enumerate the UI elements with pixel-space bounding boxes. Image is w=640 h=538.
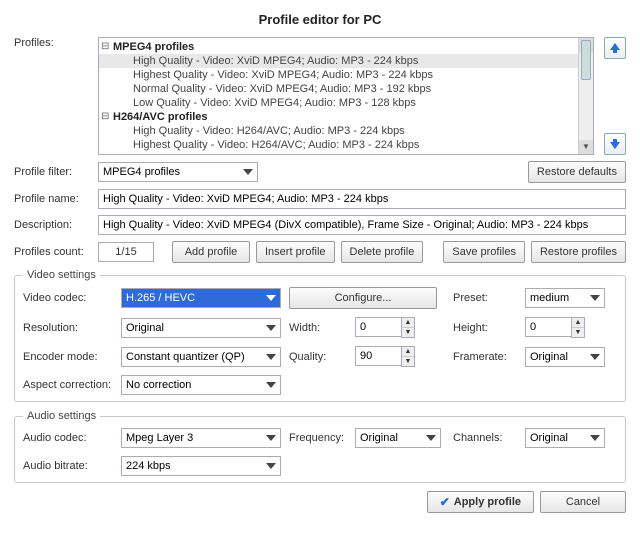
audio-bitrate-label: Audio bitrate:	[23, 460, 113, 472]
configure-button[interactable]: Configure...	[289, 287, 437, 309]
audio-codec-label: Audio codec:	[23, 432, 113, 444]
height-label: Height:	[453, 322, 517, 334]
width-stepper[interactable]: ▲▼	[355, 317, 445, 338]
page-title: Profile editor for PC	[14, 12, 626, 27]
frequency-label: Frequency:	[289, 432, 347, 444]
tree-item[interactable]: High Quality - Video: H264/AVC; Audio: M…	[99, 124, 593, 138]
restore-defaults-button[interactable]: Restore defaults	[528, 161, 626, 183]
check-icon: ✔	[440, 495, 450, 509]
delete-profile-button[interactable]: Delete profile	[341, 241, 424, 263]
quality-input[interactable]	[355, 346, 401, 366]
framerate-select[interactable]: Original	[525, 347, 605, 367]
frequency-select[interactable]: Original	[355, 428, 441, 448]
arrow-up-icon	[609, 42, 621, 54]
video-settings-legend: Video settings	[23, 269, 100, 281]
encoder-mode-label: Encoder mode:	[23, 351, 113, 363]
preset-select[interactable]: medium	[525, 288, 605, 308]
width-label: Width:	[289, 322, 347, 334]
audio-codec-select[interactable]: Mpeg Layer 3	[121, 428, 281, 448]
audio-settings-legend: Audio settings	[23, 410, 100, 422]
preset-label: Preset:	[453, 292, 517, 304]
framerate-label: Framerate:	[453, 351, 517, 363]
tree-scrollbar[interactable]: ▲ ▼	[578, 38, 593, 154]
aspect-correction-select[interactable]: No correction	[121, 375, 281, 395]
tree-item[interactable]: Low Quality - Video: XviD MPEG4; Audio: …	[99, 96, 593, 110]
apply-profile-label: Apply profile	[454, 496, 521, 508]
insert-profile-button[interactable]: Insert profile	[256, 241, 335, 263]
tree-group-mpeg4[interactable]: MPEG4 profiles	[99, 40, 593, 54]
scroll-thumb[interactable]	[581, 40, 591, 80]
quality-label: Quality:	[289, 351, 347, 363]
profile-filter-label: Profile filter:	[14, 166, 92, 178]
video-settings-group: Video settings Video codec: H.265 / HEVC…	[14, 269, 626, 402]
height-stepper[interactable]: ▲▼	[525, 317, 605, 338]
spin-up[interactable]: ▲	[402, 347, 414, 357]
profile-name-label: Profile name:	[14, 193, 92, 205]
profile-filter-select[interactable]: MPEG4 profiles	[98, 162, 258, 182]
add-profile-button[interactable]: Add profile	[172, 241, 250, 263]
spin-down[interactable]: ▼	[402, 328, 414, 337]
channels-label: Channels:	[453, 432, 517, 444]
resolution-select[interactable]: Original	[121, 318, 281, 338]
spin-down[interactable]: ▼	[402, 357, 414, 366]
spin-down[interactable]: ▼	[572, 328, 584, 337]
quality-stepper[interactable]: ▲▼	[355, 346, 445, 367]
audio-settings-group: Audio settings Audio codec: Mpeg Layer 3…	[14, 410, 626, 483]
spin-up[interactable]: ▲	[572, 318, 584, 328]
save-profiles-button[interactable]: Save profiles	[443, 241, 525, 263]
profiles-count-value: 1/15	[98, 242, 154, 262]
spin-up[interactable]: ▲	[402, 318, 414, 328]
height-input[interactable]	[525, 317, 571, 337]
restore-profiles-button[interactable]: Restore profiles	[531, 241, 626, 263]
cancel-button[interactable]: Cancel	[540, 491, 626, 513]
resolution-label: Resolution:	[23, 322, 113, 334]
width-input[interactable]	[355, 317, 401, 337]
tree-item[interactable]: High Quality - Video: XviD MPEG4; Audio:…	[99, 54, 593, 68]
profiles-tree[interactable]: MPEG4 profiles High Quality - Video: Xvi…	[98, 37, 594, 155]
profile-name-input[interactable]	[98, 189, 626, 209]
scroll-down-arrow[interactable]: ▼	[579, 140, 593, 154]
aspect-correction-label: Aspect correction:	[23, 379, 113, 391]
video-codec-label: Video codec:	[23, 292, 113, 304]
profiles-count-label: Profiles count:	[14, 246, 92, 258]
tree-item[interactable]: Normal Quality - Video: XviD MPEG4; Audi…	[99, 82, 593, 96]
arrow-down-icon	[609, 138, 621, 150]
tree-item[interactable]: Highest Quality - Video: H264/AVC; Audio…	[99, 138, 593, 152]
description-label: Description:	[14, 219, 92, 231]
encoder-mode-select[interactable]: Constant quantizer (QP)	[121, 347, 281, 367]
move-up-button[interactable]	[604, 37, 626, 59]
channels-select[interactable]: Original	[525, 428, 605, 448]
tree-item[interactable]: Highest Quality - Video: XviD MPEG4; Aud…	[99, 68, 593, 82]
profiles-label: Profiles:	[14, 37, 92, 49]
tree-group-h264[interactable]: H264/AVC profiles	[99, 110, 593, 124]
audio-bitrate-select[interactable]: 224 kbps	[121, 456, 281, 476]
description-input[interactable]	[98, 215, 626, 235]
video-codec-select[interactable]: H.265 / HEVC	[121, 288, 281, 308]
apply-profile-button[interactable]: ✔ Apply profile	[427, 491, 534, 513]
move-down-button[interactable]	[604, 133, 626, 155]
